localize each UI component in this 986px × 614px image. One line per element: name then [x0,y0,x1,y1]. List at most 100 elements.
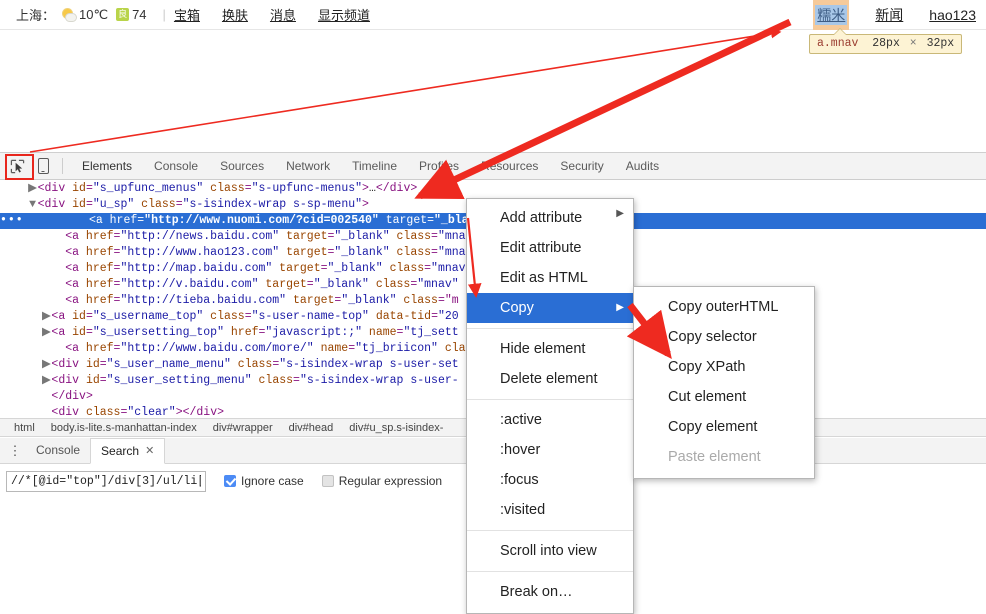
context-menu-item[interactable]: Add attribute [467,203,633,233]
device-icon [37,158,49,174]
submenu-arrow-icon: ▶ [616,302,624,313]
checkbox-unchecked-icon [321,475,334,487]
tab-timeline[interactable]: Timeline [341,153,408,179]
copy-submenu[interactable]: Copy outerHTML Copy selector Copy XPath Cut… [633,286,815,479]
site-top-bar: 上海： 10℃ 良 74 | 宝箱 换肤 消息 显示频道 糯米 新闻 hao12… [0,0,986,30]
more-options-icon[interactable]: ⋮ [4,444,26,457]
inspect-element-button[interactable] [4,154,30,178]
submenu-item[interactable]: Cut element [634,382,814,412]
ignore-case-checkbox[interactable]: Ignore case [224,474,304,488]
expand-triangle-icon[interactable] [55,229,65,245]
submenu-item[interactable]: Copy XPath [634,352,814,382]
top-bar-left-group: 上海： 10℃ 良 74 | 宝箱 换肤 消息 显示频道 [0,5,392,24]
regular-expression-label: Regular expression [338,474,443,488]
nav-link-hao123[interactable]: hao123 [929,7,976,23]
ignore-case-label: Ignore case [241,474,304,488]
context-menu-item[interactable]: Delete element [467,364,633,394]
weather-sun-icon [62,8,78,22]
context-menu-item[interactable]: :hover [467,435,633,465]
expand-triangle-icon[interactable]: ▼ [28,197,38,213]
expand-triangle-icon[interactable] [55,293,65,309]
tooltip-height: 32px [926,37,955,50]
menu-separator [467,328,633,329]
expand-triangle-icon[interactable] [41,389,51,405]
node-badge: ••• [0,214,24,227]
expand-triangle-icon[interactable]: ▶ [28,181,38,197]
breadcrumb-item[interactable]: div#head [281,422,342,434]
expand-triangle-icon[interactable] [55,277,65,293]
context-menu-item[interactable]: Edit attribute [467,233,633,263]
tooltip-selector: a.mnav [817,37,859,50]
tab-sources[interactable]: Sources [209,153,275,179]
expand-triangle-icon[interactable] [79,213,89,229]
tooltip-width: 28px [872,37,900,50]
close-icon[interactable]: ✕ [145,439,154,463]
inspected-nav-item-nuomi[interactable]: 糯米 [813,0,850,30]
context-menu-item[interactable]: Hide element [467,334,633,364]
top-link-huanfu[interactable]: 换肤 [222,5,248,24]
submenu-item: Paste element [668,449,761,465]
element-padding-highlight: 糯米 [813,0,850,30]
tab-profiles[interactable]: Profiles [408,153,470,179]
top-bar-right-group: 糯米 新闻 hao123 [805,0,976,30]
top-bar-separator: | [162,7,166,22]
city-label: 上海： [16,8,56,23]
inspect-cursor-icon [10,159,24,173]
submenu-item[interactable]: Copy outerHTML [634,292,814,322]
top-link-xianshipindao[interactable]: 显示频道 [318,5,370,24]
checkbox-checked-icon [224,475,236,487]
breadcrumb-item[interactable]: div#wrapper [205,422,281,434]
context-menu-item[interactable]: :focus [467,465,633,495]
expand-triangle-icon[interactable]: ▶ [41,373,51,389]
devtools-tab-strip: Elements Console Sources Network Timelin… [71,153,670,179]
expand-triangle-icon[interactable]: ▶ [41,325,51,341]
search-input[interactable] [6,470,206,492]
context-menu-item[interactable]: :active [467,405,633,435]
expand-triangle-icon[interactable]: ▶ [41,309,51,325]
context-menu-item[interactable]: Edit as HTML [467,263,633,293]
drawer-tab-console[interactable]: Console [26,438,90,463]
menu-separator [467,399,633,400]
drawer-tab-search-label: Search [101,444,140,458]
breadcrumb-item[interactable]: body.is-lite.s-manhattan-index [43,422,205,434]
tooltip-times-symbol: × [909,37,917,50]
top-link-xiaoxi[interactable]: 消息 [270,5,296,24]
temperature-label: 10℃ [79,6,109,22]
context-menu-item[interactable]: Copy ▶ [467,293,633,323]
submenu-item[interactable]: Copy selector [634,322,814,352]
submenu-item[interactable]: Copy element [634,412,814,442]
tab-elements[interactable]: Elements [71,153,143,179]
toolbar-divider [62,158,63,174]
menu-separator [467,571,633,572]
regular-expression-checkbox[interactable]: Regular expression [321,474,443,488]
breadcrumb-item[interactable]: html [6,422,43,434]
breadcrumb-item[interactable]: div#u_sp.s-isindex- [341,422,451,434]
inspect-size-tooltip: a.mnav 28px × 32px [809,29,963,54]
menu-separator [467,530,633,531]
expand-triangle-icon[interactable] [55,341,65,357]
expand-triangle-icon[interactable] [55,261,65,277]
devtools-toolbar: Elements Console Sources Network Timelin… [0,153,986,180]
context-menu-item[interactable]: Scroll into view [467,536,633,566]
web-page-area: 上海： 10℃ 良 74 | 宝箱 换肤 消息 显示频道 糯米 新闻 hao12… [0,0,986,150]
tab-audits[interactable]: Audits [615,153,670,179]
air-quality-value: 74 [132,7,147,22]
tab-security[interactable]: Security [549,153,614,179]
context-menu-item[interactable]: Break on… ▶ [467,208,633,607]
expand-triangle-icon[interactable] [55,245,65,261]
dom-node[interactable]: ▶<div id="s_upfunc_menus" class="s-upfun… [0,181,986,197]
air-quality-badge: 良 [116,8,130,21]
submenu-arrow-icon: ▶ [616,208,624,219]
top-link-baoxiang[interactable]: 宝箱 [174,5,200,24]
expand-triangle-icon[interactable]: ▶ [41,357,51,373]
dom-context-menu[interactable]: Add attribute Edit attribute Edit as HTML C… [466,198,634,614]
tab-console[interactable]: Console [143,153,209,179]
drawer-tab-search[interactable]: Search ✕ [90,438,166,464]
tab-network[interactable]: Network [275,153,341,179]
nav-item-label: 糯米 [817,7,846,23]
nav-link-news[interactable]: 新闻 [875,5,903,25]
tab-resources[interactable]: Resources [470,153,549,179]
context-menu-item[interactable]: :visited [467,495,633,525]
toggle-device-toolbar-button[interactable] [30,154,56,178]
tooltip-arrow-icon [834,29,846,35]
